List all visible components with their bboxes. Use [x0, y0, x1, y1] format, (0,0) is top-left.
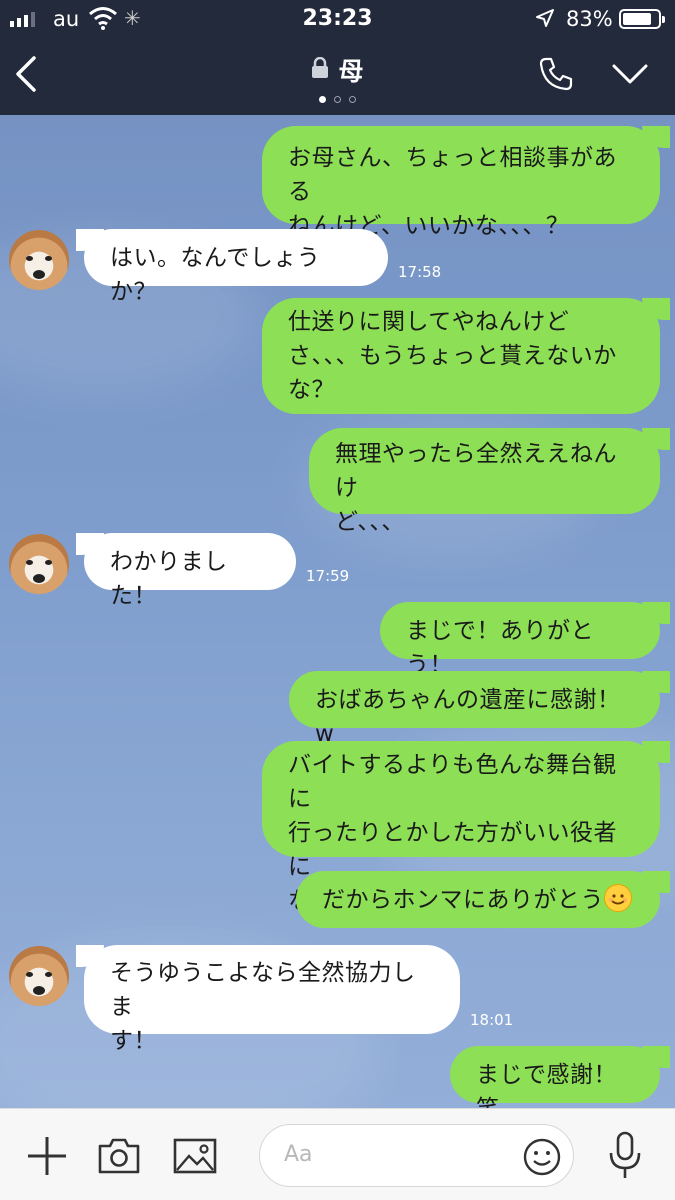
message-meta: 17:59	[306, 566, 349, 586]
camera-button[interactable]	[97, 1137, 141, 1179]
page-dot	[319, 96, 326, 103]
message-input-placeholder: Aa	[284, 1142, 313, 1167]
battery-icon	[619, 9, 665, 29]
message-meta: 18:01	[470, 1010, 513, 1030]
camera-icon	[98, 1138, 140, 1174]
smiling-face-emoji-icon	[604, 883, 632, 912]
message-bubble[interactable]: はい。なんでしょうか？	[84, 229, 388, 305]
status-bar: au ✳ 23:23 83%	[0, 0, 675, 38]
location-arrow-icon	[535, 8, 555, 32]
chat-message-area[interactable]: お母さん、ちょっと相談事があるねんけど、いいかな、、、？既読17:33はい。なん…	[0, 115, 675, 1108]
message-text-line: バイトするよりも色んな舞台観に	[288, 752, 617, 812]
message-text-line: お母さん、ちょっと相談事がある	[288, 145, 617, 205]
message-bubble[interactable]: そうゆうこよなら全然協力します！	[84, 945, 460, 1054]
message-text-line: 無理やったら全然ええねんけ	[335, 441, 617, 501]
phone-icon	[539, 57, 573, 91]
message-text-line: わかりました！	[110, 548, 228, 609]
message-text-line: す！	[110, 1027, 157, 1054]
call-button[interactable]	[538, 56, 574, 96]
message-bubble[interactable]: だからホンマにありがとう	[296, 871, 660, 928]
message-text-line: そうゆうこよなら全然協力しま	[110, 959, 416, 1020]
menu-toggle-button[interactable]	[610, 62, 650, 90]
message-bubble[interactable]: バイトするよりも色んな舞台観に行ったりとかした方がいい役者になる近道やと思うねん…	[262, 741, 660, 914]
chat-title: 母	[338, 57, 364, 86]
emoji-button[interactable]	[522, 1137, 562, 1181]
message-text-line: さ、、、もうちょっと貰えないか	[288, 343, 617, 369]
input-bar: Aa	[0, 1108, 675, 1200]
message-text-line: な？	[288, 377, 335, 403]
message-text-line: 仕送りに関してやねんけど	[288, 309, 570, 335]
message-text-line: ど、、、	[335, 509, 405, 535]
lock-icon	[311, 56, 329, 83]
message-bubble[interactable]: おばあちゃんの遺産に感謝！w	[289, 671, 660, 747]
plus-icon	[28, 1137, 66, 1175]
smiley-icon	[523, 1138, 561, 1176]
battery-percent: 83%	[566, 7, 613, 31]
message-text-line: まじで感謝！笑	[476, 1061, 617, 1109]
message-bubble[interactable]: お母さん、ちょっと相談事がある ねんけど、いいかな、、、？	[262, 126, 660, 239]
contact-avatar[interactable]	[9, 230, 69, 290]
message-time: 17:59	[306, 567, 350, 585]
message-bubble[interactable]: まじで感謝！笑	[450, 1046, 660, 1108]
add-button[interactable]	[26, 1135, 68, 1181]
image-icon	[173, 1138, 217, 1174]
microphone-icon	[609, 1131, 641, 1178]
microphone-button[interactable]	[607, 1131, 643, 1185]
message-meta: 17:58	[398, 262, 441, 282]
message-bubble[interactable]: 無理やったら全然ええねんけど、、、	[309, 428, 660, 535]
message-bubble[interactable]: わかりました！	[84, 533, 296, 609]
message-bubble[interactable]: まじで！ありがとう！	[380, 602, 660, 678]
chevron-down-icon	[612, 64, 648, 84]
message-input[interactable]: Aa	[259, 1124, 574, 1187]
message-time: 18:01	[470, 1011, 514, 1029]
image-button[interactable]	[173, 1137, 217, 1179]
page-dot	[334, 96, 341, 103]
chat-header: 母	[0, 38, 675, 115]
contact-avatar[interactable]	[9, 946, 69, 1006]
message-text-line: だからホンマにありがとう	[322, 883, 634, 917]
page-dot	[349, 96, 356, 103]
message-time: 17:58	[398, 263, 442, 281]
contact-avatar[interactable]	[9, 534, 69, 594]
page-indicator	[0, 96, 675, 103]
message-bubble[interactable]: 仕送りに関してやねんけどさ、、、もうちょっと貰えないか な？	[262, 298, 660, 414]
